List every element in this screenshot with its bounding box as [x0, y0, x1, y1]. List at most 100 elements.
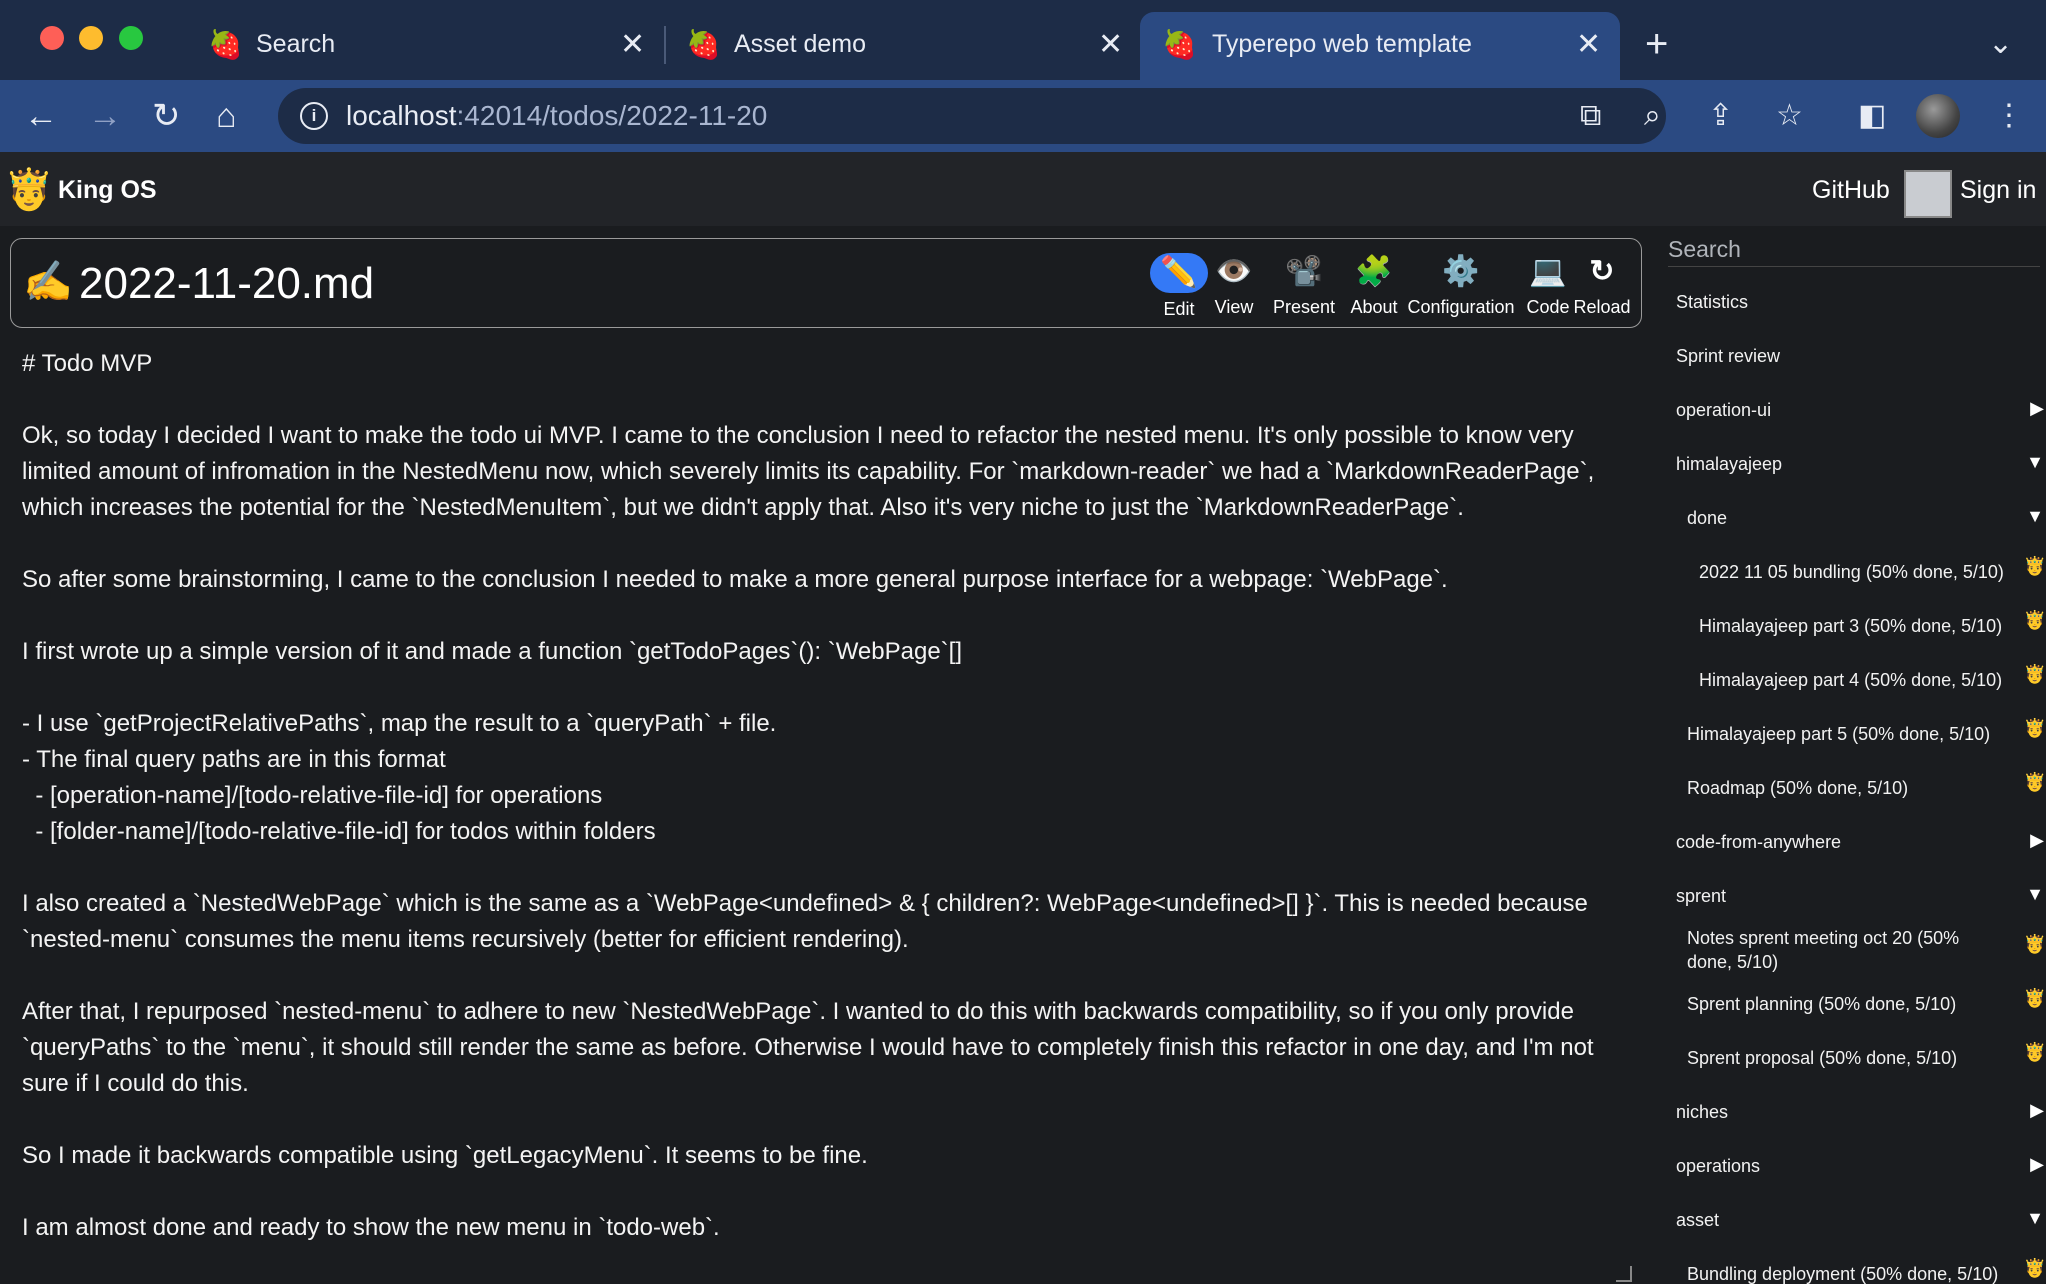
url-text[interactable]: localhost:42014/todos/2022-11-20 [346, 100, 767, 132]
content-paragraph: I also created a `NestedWebPage` which i… [22, 890, 1595, 953]
share-icon[interactable]: ⇪ [1708, 98, 1733, 134]
resize-handle[interactable] [1616, 1266, 1632, 1282]
caret-down-icon[interactable]: ▼ [2026, 1208, 2044, 1229]
caret-down-icon[interactable]: ▼ [2026, 452, 2044, 473]
sidebar-menu-item[interactable]: code-from-anywhere ▶ [1650, 812, 2046, 866]
laptop-icon: 💻 [1529, 255, 1567, 288]
king-icon: 🤴 [2023, 664, 2046, 684]
close-tab-icon[interactable]: ✕ [1576, 26, 1601, 64]
sidebar-menu-item[interactable]: sprent ▼ [1650, 866, 2046, 920]
open-external-icon[interactable]: ⧉ [1580, 98, 1601, 134]
sidebar-item-label: Sprent planning (50% done, 5/10) [1687, 994, 1957, 1014]
sign-in-link[interactable]: Sign in [1960, 176, 2036, 205]
sidebar-item-label: Sprint review [1676, 346, 1781, 366]
list-item: - [folder-name]/[todo-relative-file-id] … [22, 818, 656, 845]
sidebar-nested-menu: Statistics Sprint review operation-ui ▶ hima… [1650, 226, 2046, 1284]
code-button[interactable]: 💻 Code [1523, 253, 1573, 318]
sidebar-menu-item[interactable]: Bundling deployment (50% done, 5/10) 🤴 [1650, 1244, 2046, 1284]
browser-tabstrip: 🍓 Search ✕ 🍓 Asset demo ✕ 🍓 Typerepo web… [0, 0, 2046, 80]
brand-name[interactable]: King OS [58, 176, 157, 205]
window-close-button[interactable] [40, 26, 64, 50]
sidebar-menu-item[interactable]: Statistics [1650, 272, 2046, 326]
sidebar-menu-item[interactable]: done ▼ [1650, 488, 2046, 542]
tab-asset-demo[interactable]: 🍓 Asset demo ✕ [686, 12, 1126, 80]
king-icon: 🤴 [2023, 934, 2046, 954]
browser-menu-icon[interactable]: ⋮ [1994, 96, 2024, 136]
sidebar-menu-item[interactable]: Sprent proposal (50% done, 5/10) 🤴 [1650, 1028, 2046, 1082]
tab-typerepo-web-template[interactable]: 🍓 Typerepo web template ✕ [1140, 12, 1620, 80]
king-icon: 🤴 [2023, 1258, 2046, 1278]
sidebar-item-label: Himalayajeep part 3 (50% done, 5/10) [1699, 616, 2003, 636]
back-icon[interactable]: ← [24, 94, 58, 138]
close-tab-icon[interactable]: ✕ [1098, 26, 1123, 64]
tab-separator [664, 26, 666, 64]
sidebar-item-label: Himalayajeep part 5 (50% done, 5/10) [1687, 724, 1991, 744]
forward-icon[interactable]: → [88, 94, 122, 138]
sidebar-menu-item[interactable]: operation-ui ▶ [1650, 380, 2046, 434]
caret-down-icon[interactable]: ▼ [2026, 506, 2044, 527]
king-logo-icon[interactable]: 🤴 [4, 168, 54, 212]
projector-icon: 📽️ [1285, 255, 1323, 288]
sidebar-menu-item[interactable]: Himalayajeep part 4 (50% done, 5/10) 🤴 [1650, 650, 2046, 704]
tab-search[interactable]: 🍓 Search ✕ [208, 12, 648, 80]
present-button[interactable]: 📽️ Present [1263, 253, 1345, 318]
sidebar-item-label: Roadmap (50% done, 5/10) [1687, 778, 1909, 798]
close-tab-icon[interactable]: ✕ [620, 26, 645, 64]
content-paragraph: So I made it backwards compatible using … [22, 1142, 868, 1169]
window-zoom-button[interactable] [119, 26, 143, 50]
site-info-icon[interactable]: i [300, 102, 328, 130]
content-paragraph: So after some brainstorming, I came to t… [22, 566, 1448, 593]
content-paragraph: Ok, so today I decided I want to make th… [22, 422, 1601, 521]
profile-avatar[interactable] [1916, 94, 1960, 138]
sidebar-item-label: niches [1676, 1102, 1729, 1122]
caret-down-icon[interactable]: ▼ [2026, 884, 2044, 905]
king-icon: 🤴 [2023, 718, 2046, 738]
sidebar-item-label: himalayajeep [1676, 454, 1783, 474]
markdown-editor[interactable]: # Todo MVP Ok, so today I decided I want… [22, 346, 1642, 1282]
browser-toolbar: ← → ↻ ⌂ i localhost:42014/todos/2022-11-… [0, 80, 2046, 152]
home-icon[interactable]: ⌂ [216, 94, 237, 138]
url-path: :42014/todos/2022-11-20 [456, 100, 768, 131]
present-label: Present [1272, 297, 1336, 317]
github-link[interactable]: GitHub [1812, 176, 1890, 205]
user-avatar[interactable] [1904, 170, 1952, 218]
sidebar-menu-item[interactable]: asset ▼ [1650, 1190, 2046, 1244]
sidebar-menu-item[interactable]: 2022 11 05 bundling (50% done, 5/10) 🤴 [1650, 542, 2046, 596]
sidebar-menu-item[interactable]: Sprent planning (50% done, 5/10) 🤴 [1650, 974, 2046, 1028]
sidebar-menu-item[interactable]: operations ▶ [1650, 1136, 2046, 1190]
sidebar-menu-item[interactable]: Sprint review [1650, 326, 2046, 380]
reload-page-icon[interactable]: ↻ [152, 94, 181, 138]
bookmark-star-icon[interactable]: ☆ [1776, 98, 1803, 134]
about-button[interactable]: 🧩 About [1345, 253, 1403, 318]
king-icon: 🤴 [2023, 556, 2046, 576]
caret-right-icon[interactable]: ▶ [2030, 1154, 2044, 1175]
window-minimize-button[interactable] [79, 26, 103, 50]
eye-icon: 👁️ [1215, 255, 1253, 288]
king-icon: 🤴 [2023, 988, 2046, 1008]
sidebar-menu-item[interactable]: Himalayajeep part 3 (50% done, 5/10) 🤴 [1650, 596, 2046, 650]
sidebar-menu-item[interactable]: Himalayajeep part 5 (50% done, 5/10) 🤴 [1650, 704, 2046, 758]
sidebar-menu-item[interactable]: Roadmap (50% done, 5/10) 🤴 [1650, 758, 2046, 812]
reload-button[interactable]: ↻ Reload [1573, 253, 1631, 318]
sidebar-item-label: asset [1676, 1210, 1720, 1230]
search-input[interactable] [1668, 232, 2040, 267]
writing-hand-icon: ✍️ [23, 260, 73, 304]
tab-title: Typerepo web template [1212, 30, 1472, 58]
side-panel-icon[interactable]: ◧ [1858, 96, 1886, 136]
edit-button[interactable]: ✏️ Edit [1149, 253, 1209, 320]
new-tab-icon[interactable]: + [1645, 24, 1668, 64]
king-icon: 🤴 [2023, 772, 2046, 792]
sidebar-menu-item[interactable]: Notes sprent meeting oct 20 (50% done, 5… [1650, 920, 2046, 974]
sidebar-menu-item[interactable]: niches ▶ [1650, 1082, 2046, 1136]
configuration-button[interactable]: ⚙️ Configuration [1403, 253, 1519, 318]
zoom-icon[interactable]: ⌕ [1644, 98, 1661, 134]
caret-right-icon[interactable]: ▶ [2030, 830, 2044, 851]
view-button[interactable]: 👁️ View [1209, 253, 1259, 318]
caret-right-icon[interactable]: ▶ [2030, 1100, 2044, 1121]
sidebar-menu-item[interactable]: himalayajeep ▼ [1650, 434, 2046, 488]
sidebar-item-label: Statistics [1676, 292, 1749, 312]
caret-right-icon[interactable]: ▶ [2030, 398, 2044, 419]
favicon-icon: 🍓 [208, 29, 243, 60]
address-bar[interactable]: i localhost:42014/todos/2022-11-20 ⧉ ⌕ ⇪… [278, 88, 1803, 144]
tab-search-chevron-icon[interactable]: ⌄ [1988, 26, 2013, 61]
